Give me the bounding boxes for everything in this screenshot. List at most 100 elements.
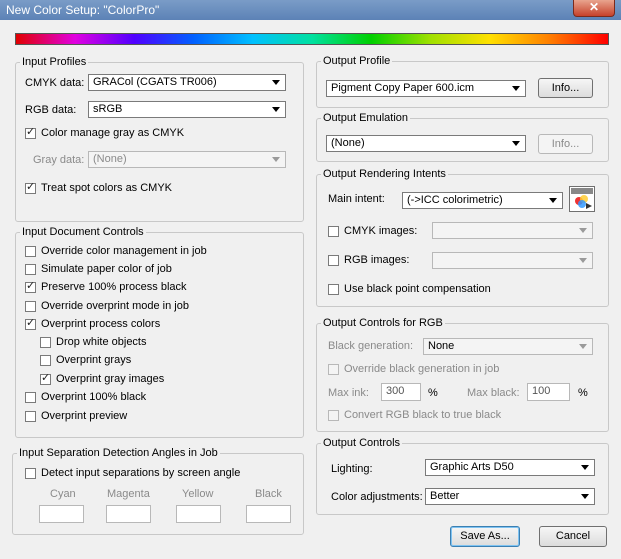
overprint-black-checkbox[interactable] <box>25 392 36 403</box>
rgb-data-label: RGB data: <box>25 104 77 116</box>
output-emulation-select[interactable]: (None) <box>326 135 526 152</box>
chevron-down-icon <box>512 141 520 146</box>
convert-rgb-black-label: Convert RGB black to true black <box>344 409 502 421</box>
override-black-gen-checkbox[interactable] <box>328 364 339 375</box>
group-title: Input Document Controls <box>20 226 146 238</box>
treat-spot-label: Treat spot colors as CMYK <box>41 182 173 194</box>
overprint-preview-checkbox[interactable] <box>25 411 36 422</box>
group-title: Input Separation Detection Angles in Job <box>17 447 220 459</box>
overprint-preview-label: Overprint preview <box>41 410 128 422</box>
black-generation-value: None <box>428 340 455 352</box>
main-intent-select[interactable]: (->ICC colorimetric) <box>402 192 563 209</box>
cmyk-data-value: GRACol (CGATS TR006) <box>93 76 217 88</box>
color-spectrum-bar <box>15 33 609 45</box>
override-color-management-checkbox[interactable] <box>25 246 36 257</box>
separation-angles-group: Input Separation Detection Angles in Job… <box>12 447 304 535</box>
close-button[interactable]: ✕ <box>573 0 615 17</box>
save-as-button[interactable]: Save As... <box>450 526 520 547</box>
checkmark-icon: ✓ <box>26 280 36 292</box>
color-adjustments-label: Color adjustments: <box>331 491 423 503</box>
chevron-down-icon <box>272 80 280 85</box>
max-ink-input[interactable]: 300 <box>381 383 421 401</box>
overprint-process-checkbox[interactable]: ✓ <box>25 317 36 330</box>
max-black-value: 100 <box>532 385 551 397</box>
simulate-paper-label: Simulate paper color of job <box>41 263 172 275</box>
override-overprint-checkbox[interactable] <box>25 301 36 312</box>
overprint-process-label: Overprint process colors <box>41 318 161 330</box>
treat-spot-checkbox[interactable]: ✓ <box>25 181 36 194</box>
overprint-gray-images-checkbox[interactable]: ✓ <box>40 372 51 385</box>
chevron-down-icon <box>272 157 280 162</box>
overprint-grays-label: Overprint grays <box>56 354 132 366</box>
color-profile-icon-button[interactable] <box>569 186 595 212</box>
checkmark-icon: ✓ <box>41 372 51 384</box>
yellow-angle-input[interactable] <box>176 505 221 523</box>
group-title: Output Emulation <box>321 112 410 124</box>
rgb-images-checkbox[interactable] <box>328 255 339 266</box>
output-profile-select[interactable]: Pigment Copy Paper 600.icm <box>326 80 526 97</box>
color-wheel-icon <box>571 188 593 209</box>
gray-data-select[interactable]: (None) <box>88 151 286 168</box>
black-point-checkbox[interactable] <box>328 284 339 295</box>
gray-data-label: Gray data: <box>33 154 85 166</box>
color-manage-gray-checkbox[interactable]: ✓ <box>25 126 36 139</box>
black-generation-select[interactable]: None <box>423 338 593 355</box>
output-profile-value: Pigment Copy Paper 600.icm <box>331 82 475 94</box>
lighting-select[interactable]: Graphic Arts D50 <box>425 459 595 476</box>
overprint-gray-images-label: Overprint gray images <box>56 373 165 385</box>
rgb-data-select[interactable]: sRGB <box>88 101 286 118</box>
magenta-label: Magenta <box>107 488 150 500</box>
convert-rgb-black-checkbox[interactable] <box>328 410 339 421</box>
rendering-intents-group: Output Rendering Intents Main intent: (-… <box>316 168 609 307</box>
cmyk-data-select[interactable]: GRACol (CGATS TR006) <box>88 74 286 91</box>
color-adjustments-select[interactable]: Better <box>425 488 595 505</box>
cmyk-images-label: CMYK images: <box>344 225 418 237</box>
chevron-down-icon <box>579 258 587 263</box>
output-profile-info-button[interactable]: Info... <box>538 78 593 98</box>
preserve-black-checkbox[interactable]: ✓ <box>25 280 36 293</box>
chevron-down-icon <box>512 86 520 91</box>
output-profile-group: Output Profile Pigment Copy Paper 600.ic… <box>316 55 609 108</box>
chevron-down-icon <box>581 494 589 499</box>
black-point-label: Use black point compensation <box>344 283 491 295</box>
black-angle-input[interactable] <box>246 505 291 523</box>
rgb-controls-group: Output Controls for RGB Black generation… <box>316 317 609 432</box>
simulate-paper-checkbox[interactable] <box>25 264 36 275</box>
max-ink-value: 300 <box>386 385 405 397</box>
input-profiles-group: Input Profiles CMYK data: GRACol (CGATS … <box>15 56 304 222</box>
dialog-window: New Color Setup: "ColorPro" ✕ Input Prof… <box>0 0 621 559</box>
detect-separations-label: Detect input separations by screen angle <box>41 467 241 479</box>
max-ink-label: Max ink: <box>328 387 369 399</box>
drop-white-checkbox[interactable] <box>40 337 51 348</box>
group-title: Output Controls for RGB <box>321 317 445 329</box>
preserve-black-label: Preserve 100% process black <box>41 281 187 293</box>
chevron-down-icon <box>579 228 587 233</box>
rgb-images-label: RGB images: <box>344 254 410 266</box>
overprint-grays-checkbox[interactable] <box>40 355 51 366</box>
chevron-down-icon <box>549 198 557 203</box>
magenta-angle-input[interactable] <box>106 505 151 523</box>
chevron-down-icon <box>581 465 589 470</box>
group-title: Output Controls <box>321 437 403 449</box>
overprint-black-label: Overprint 100% black <box>41 391 147 403</box>
group-title: Output Rendering Intents <box>321 168 448 180</box>
max-black-input[interactable]: 100 <box>527 383 570 401</box>
black-label: Black <box>255 488 282 500</box>
cyan-angle-input[interactable] <box>39 505 84 523</box>
cmyk-images-checkbox[interactable] <box>328 226 339 237</box>
checkmark-icon: ✓ <box>26 317 36 329</box>
detect-separations-checkbox[interactable] <box>25 468 36 479</box>
chevron-down-icon <box>272 107 280 112</box>
main-intent-value: (->ICC colorimetric) <box>407 194 503 206</box>
group-title: Output Profile <box>321 55 393 67</box>
output-emulation-group: Output Emulation (None) Info... <box>316 112 609 162</box>
cancel-button[interactable]: Cancel <box>539 526 607 547</box>
max-black-percent: % <box>578 387 588 399</box>
cmyk-images-select[interactable] <box>432 222 593 239</box>
group-title: Input Profiles <box>20 56 89 68</box>
output-emulation-info-button[interactable]: Info... <box>538 134 593 154</box>
checkmark-icon: ✓ <box>26 126 36 138</box>
max-ink-percent: % <box>428 387 438 399</box>
rgb-images-select[interactable] <box>432 252 593 269</box>
output-controls-group: Output Controls Lighting: Graphic Arts D… <box>316 437 609 515</box>
